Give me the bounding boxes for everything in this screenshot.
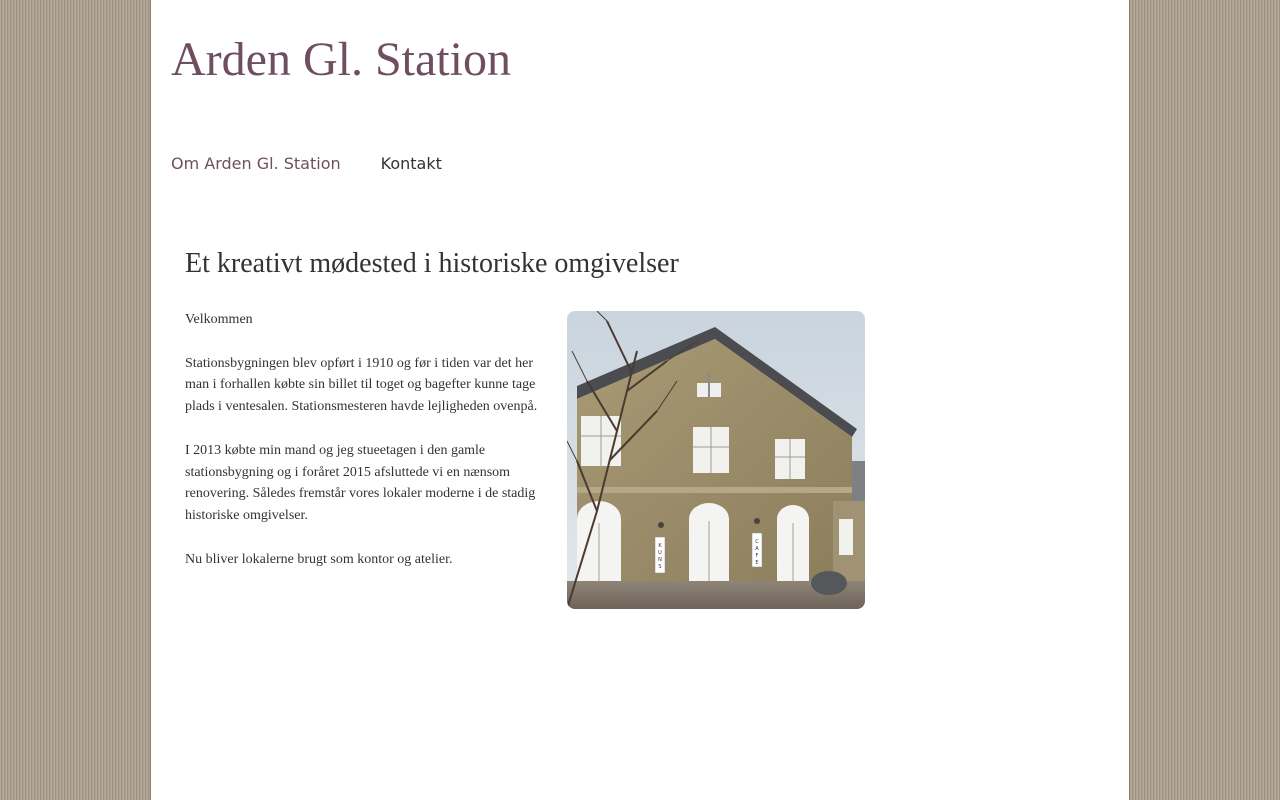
paragraph-usage: Nu bliver lokalerne brugt som kontor og … bbox=[185, 551, 453, 567]
station-photo: K U N S C A F E bbox=[567, 311, 865, 609]
svg-text:A: A bbox=[755, 546, 759, 552]
svg-text:U: U bbox=[658, 550, 662, 556]
paragraph-renovation: I 2013 købte min mand og jeg stueetagen … bbox=[185, 442, 536, 524]
svg-text:E: E bbox=[755, 560, 758, 566]
paragraph-history: Stationsbygningen blev opført i 1910 og … bbox=[185, 355, 538, 415]
nav-item-om-arden[interactable]: Om Arden Gl. Station bbox=[171, 152, 341, 176]
nav-item-kontakt[interactable]: Kontakt bbox=[381, 152, 442, 176]
svg-text:N: N bbox=[658, 557, 662, 563]
site-title[interactable]: Arden Gl. Station bbox=[171, 32, 511, 88]
main-nav: Om Arden Gl. Station Kontakt bbox=[171, 152, 442, 176]
page-container: Arden Gl. Station Om Arden Gl. Station K… bbox=[150, 0, 1130, 800]
svg-text:C: C bbox=[755, 539, 759, 545]
svg-text:F: F bbox=[756, 553, 759, 559]
paragraph-welcome: Velkommen bbox=[185, 312, 253, 327]
intro-text: Velkommen Stationsbygningen blev opført … bbox=[185, 309, 541, 592]
svg-text:S: S bbox=[658, 564, 661, 570]
page-headline: Et kreativt mødested i historiske omgive… bbox=[185, 248, 679, 279]
